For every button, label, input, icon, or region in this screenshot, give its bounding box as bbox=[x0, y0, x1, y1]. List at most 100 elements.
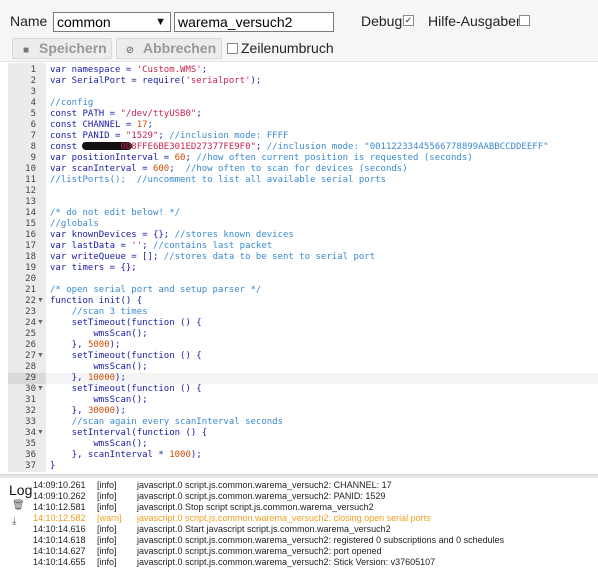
fold-arrow-icon[interactable]: ▼ bbox=[37, 429, 44, 436]
code-line: const PANID = "1529"; //inclusion mode: … bbox=[50, 131, 289, 141]
log-entry: 14:09:10.262 [info] javascript.0 script.js… bbox=[33, 491, 598, 502]
line-number: 25 bbox=[25, 329, 36, 339]
code-line: const CHANNEL = 17; bbox=[50, 120, 153, 130]
line-number: 23 bbox=[25, 307, 36, 317]
line-number: 35 bbox=[25, 439, 36, 449]
log-level: [info] bbox=[97, 557, 117, 567]
line-number: 30 bbox=[25, 384, 36, 394]
line-number: 17 bbox=[25, 241, 36, 251]
code-line: wmsScan(); bbox=[50, 362, 148, 372]
line-wrap-checkbox[interactable] bbox=[227, 43, 238, 54]
line-number: 10 bbox=[25, 164, 36, 174]
code-line: setTimeout(function () { bbox=[50, 384, 202, 394]
debug-label: Debug bbox=[361, 13, 403, 29]
line-number: 26 bbox=[25, 340, 36, 350]
line-number: 11 bbox=[25, 175, 36, 185]
trash-icon[interactable]: 🗑 bbox=[12, 500, 25, 511]
code-line: setTimeout(function () { bbox=[50, 318, 202, 328]
log-message: javascript.0 script.js.common.warema_ver… bbox=[137, 513, 431, 523]
line-number: 14 bbox=[25, 208, 36, 218]
code-line: var positionInterval = 60; //how often c… bbox=[50, 153, 473, 163]
log-time: 14:10:12.582 bbox=[33, 513, 86, 523]
code-line: } bbox=[50, 461, 56, 471]
code-line: wmsScan(); bbox=[50, 329, 148, 339]
line-number: 15 bbox=[25, 219, 36, 229]
code-line: var knownDevices = {}; //stores known de… bbox=[50, 230, 294, 240]
line-number: 22 bbox=[25, 296, 36, 306]
code-editor[interactable]: var namespace = 'Custom.WMS'; var SerialP… bbox=[8, 63, 598, 472]
log-panel: 14:09:10.261 [info] javascript.0 script.js… bbox=[33, 478, 598, 578]
log-entry: 14:10:14.616 [info] javascript.0 Start jav… bbox=[33, 524, 598, 535]
fold-arrow-icon[interactable]: ▼ bbox=[37, 385, 44, 392]
log-message: javascript.0 script.js.common.warema_ver… bbox=[137, 557, 436, 567]
active-line-highlight bbox=[46, 373, 598, 384]
cancel-button[interactable]: ⊘ Abbrechen bbox=[116, 38, 222, 59]
log-level: [info] bbox=[97, 502, 117, 512]
line-number: 4 bbox=[30, 98, 36, 108]
save-button[interactable]: ■ Speichern bbox=[12, 38, 112, 59]
script-header: Name common ▼ warema_versuch2 Debug ✓ Hi… bbox=[0, 0, 598, 38]
code-line: const PATH = "/dev/ttyUSB0"; bbox=[50, 109, 202, 119]
line-number: 20 bbox=[25, 274, 36, 284]
redacted-blob bbox=[82, 142, 133, 150]
line-number: 29 bbox=[25, 373, 36, 383]
line-number: 9 bbox=[30, 153, 36, 163]
line-number: 36 bbox=[25, 450, 36, 460]
code-line: var writeQueue = []; //stores data to be… bbox=[50, 252, 376, 262]
line-number: 24 bbox=[25, 318, 36, 328]
download-icon[interactable]: ⤓ bbox=[12, 516, 16, 527]
log-time: 14:10:14.655 bbox=[33, 557, 86, 567]
log-time: 14:10:14.627 bbox=[33, 546, 86, 556]
script-folder-select[interactable]: common ▼ bbox=[53, 12, 171, 32]
line-number: 18 bbox=[25, 252, 36, 262]
code-line: function init() { bbox=[50, 296, 143, 306]
log-message: javascript.0 Start javascript script.js.… bbox=[137, 524, 391, 534]
log-level: [info] bbox=[97, 491, 117, 501]
line-number: 5 bbox=[30, 109, 36, 119]
line-number: 2 bbox=[30, 76, 36, 86]
help-output-checkbox[interactable] bbox=[519, 15, 530, 26]
code-line: var scanInterval = 600; //how often to s… bbox=[50, 164, 408, 174]
fold-arrow-icon[interactable]: ▼ bbox=[37, 319, 44, 326]
code-line: var SerialPort = require('serialport'); bbox=[50, 76, 262, 86]
log-time: 14:10:12.581 bbox=[33, 502, 86, 512]
editor-toolbar: ■ Speichern ⊘ Abbrechen Zeilenumbruch bbox=[0, 38, 598, 62]
code-line: setInterval(function () { bbox=[50, 428, 208, 438]
log-message: javascript.0 Stop script script.js.commo… bbox=[137, 502, 374, 512]
code-line: //config bbox=[50, 98, 94, 108]
log-level: [warn] bbox=[97, 513, 122, 523]
log-message: javascript.0 script.js.common.warema_ver… bbox=[137, 491, 386, 501]
code-line: setTimeout(function () { bbox=[50, 351, 202, 361]
log-time: 14:10:14.618 bbox=[33, 535, 86, 545]
log-time: 14:09:10.262 bbox=[33, 491, 86, 501]
log-entry: 14:10:14.627 [info] javascript.0 script.js… bbox=[33, 546, 598, 557]
debug-checkbox[interactable]: ✓ bbox=[403, 15, 414, 26]
log-level: [info] bbox=[97, 535, 117, 545]
fold-arrow-icon[interactable]: ▼ bbox=[37, 297, 44, 304]
code-line: /* do not edit below! */ bbox=[50, 208, 181, 218]
code-line: //globals bbox=[50, 219, 99, 229]
line-number: 7 bbox=[30, 131, 36, 141]
fold-arrow-icon[interactable]: ▼ bbox=[37, 352, 44, 359]
code-line: //listPorts(); //uncomment to list all a… bbox=[50, 175, 386, 185]
code-line: }, scanInterval * 1000); bbox=[50, 450, 202, 460]
line-number: 1 bbox=[30, 65, 36, 75]
line-number: 28 bbox=[25, 362, 36, 372]
line-number: 12 bbox=[25, 186, 36, 196]
name-label: Name bbox=[10, 13, 48, 29]
log-entry: 14:09:10.261 [info] javascript.0 script.js… bbox=[33, 480, 598, 491]
line-number: 31 bbox=[25, 395, 36, 405]
script-name-input[interactable]: warema_versuch2 bbox=[174, 12, 334, 32]
code-line: }, 10000); bbox=[50, 373, 126, 383]
code-line: //scan again every scanInterval seconds bbox=[71, 417, 284, 427]
line-wrap-label: Zeilenumbruch bbox=[241, 40, 334, 56]
code-line: /* open serial port and setup parser */ bbox=[50, 285, 262, 295]
chevron-down-icon: ▼ bbox=[155, 16, 166, 28]
code-line: var namespace = 'Custom.WMS'; bbox=[50, 65, 208, 75]
line-number: 33 bbox=[25, 417, 36, 427]
cancel-button-label: Abbrechen bbox=[143, 40, 217, 56]
log-message: javascript.0 script.js.common.warema_ver… bbox=[137, 535, 505, 545]
save-button-label: Speichern bbox=[39, 40, 107, 56]
log-time: 14:10:14.616 bbox=[33, 524, 86, 534]
log-level: [info] bbox=[97, 524, 117, 534]
